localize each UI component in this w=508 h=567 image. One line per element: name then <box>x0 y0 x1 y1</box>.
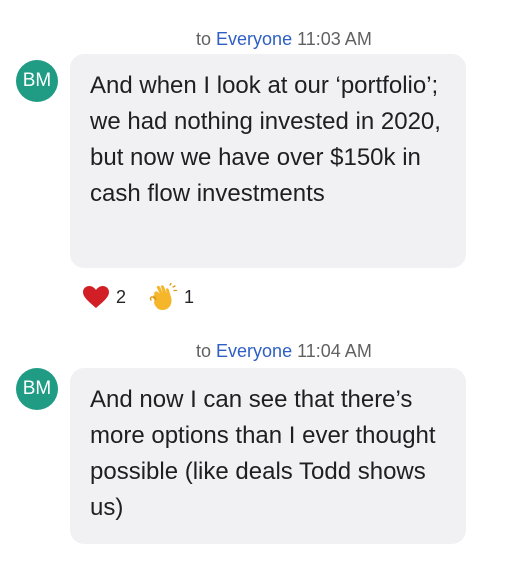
heart-icon <box>83 286 109 308</box>
avatar[interactable]: BM <box>16 368 58 410</box>
to-label: to <box>196 341 212 361</box>
message-bubble[interactable]: And now I can see that there’s more opti… <box>70 368 466 544</box>
reaction-count: 2 <box>116 287 127 307</box>
message-header: to Everyone 11:04 AM <box>196 340 372 362</box>
message-timestamp: 11:03 AM <box>297 29 372 49</box>
message-timestamp: 11:04 AM <box>297 341 372 361</box>
message-text: And now I can see that there’s more opti… <box>90 386 436 521</box>
message-header: to Everyone 11:03 AM <box>196 28 372 50</box>
clapping-hands-icon <box>149 283 178 310</box>
reactions-bar: 2 1 <box>82 283 216 311</box>
avatar[interactable]: BM <box>16 60 58 102</box>
message-text: And when I look at our ‘portfolio’; we h… <box>90 72 441 207</box>
chat-message: to Everyone 11:03 AM BM And when I look … <box>0 0 508 330</box>
chat-message: to Everyone 11:04 AM BM And now I can se… <box>0 330 508 567</box>
recipient-link[interactable]: Everyone <box>216 341 292 361</box>
reaction-clap[interactable]: 1 <box>148 283 194 311</box>
message-bubble[interactable]: And when I look at our ‘portfolio’; we h… <box>70 54 466 268</box>
reaction-heart[interactable]: 2 <box>82 285 126 309</box>
to-label: to <box>196 29 212 49</box>
recipient-link[interactable]: Everyone <box>216 29 292 49</box>
reaction-count: 1 <box>184 287 195 307</box>
